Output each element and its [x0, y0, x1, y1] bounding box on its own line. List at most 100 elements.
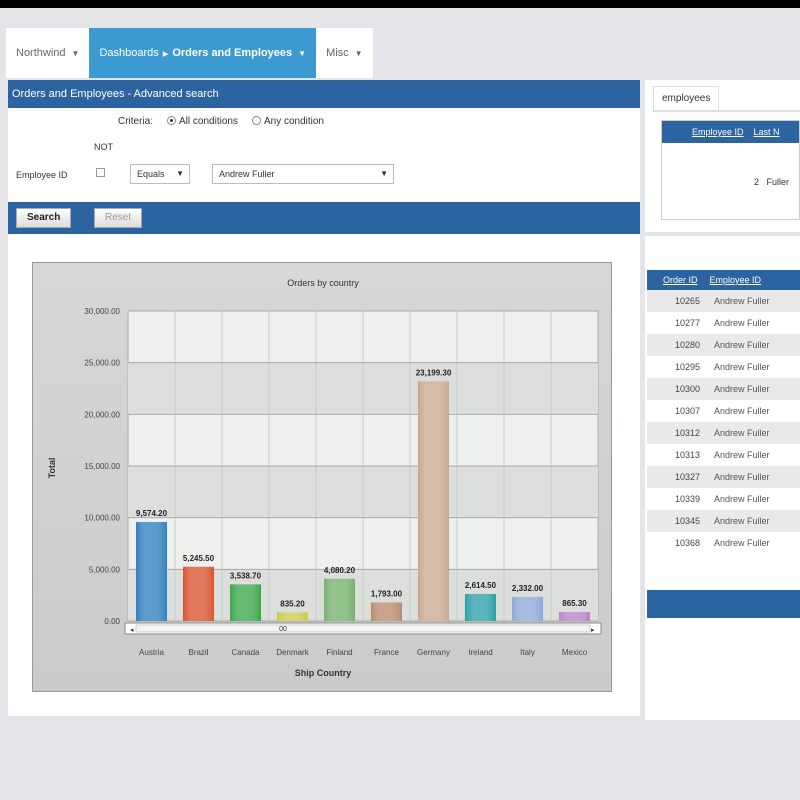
button-bar: Search Reset: [8, 202, 640, 234]
not-checkbox[interactable]: [96, 168, 105, 177]
nav-misc[interactable]: Misc ▼: [316, 28, 373, 78]
order-employee-cell: Andrew Fuller: [714, 516, 770, 526]
nav-current-page: Orders and Employees: [172, 47, 293, 59]
table-row[interactable]: 10327 Andrew Fuller: [647, 466, 800, 488]
order-id-cell: 10300: [675, 384, 701, 394]
chevron-down-icon: ▼: [354, 48, 363, 58]
order-employee-cell: Andrew Fuller: [714, 538, 770, 548]
y-tick-label: 5,000.00: [89, 565, 121, 574]
table-row[interactable]: 10339 Andrew Fuller: [647, 488, 800, 510]
bar-highlight: [370, 602, 403, 621]
nav-northwind[interactable]: Northwind ▼: [6, 28, 89, 78]
y-tick-label: 20,000.00: [84, 410, 120, 419]
main-nav: Northwind ▼ Dashboards ▸ Orders and Empl…: [6, 28, 373, 78]
criteria-all-label: All conditions: [179, 116, 238, 127]
order-employee-cell: Andrew Fuller: [714, 494, 770, 504]
table-row[interactable]: 10277 Andrew Fuller: [647, 312, 800, 334]
radio-selected-icon[interactable]: [167, 116, 177, 125]
bar-value-label: 4,080.20: [324, 566, 356, 575]
order-id-cell: 10280: [675, 340, 701, 350]
tab-employees[interactable]: employees: [653, 86, 720, 112]
table-row[interactable]: 10345 Andrew Fuller: [647, 510, 800, 532]
orders-footer: [647, 590, 800, 618]
bar-highlight: [464, 593, 497, 621]
order-employee-cell: Andrew Fuller: [714, 340, 770, 350]
tab-strip: [653, 110, 800, 112]
reset-button[interactable]: Reset: [94, 208, 143, 228]
x-tick-label: Italy: [520, 648, 535, 657]
chart-canvas: Orders by country 0.00 5,000.00 10,000.00 1…: [47, 278, 602, 678]
x-tick-label: France: [374, 648, 399, 657]
table-row[interactable]: 10295 Andrew Fuller: [647, 356, 800, 378]
x-tick-label: Finland: [326, 648, 352, 657]
divider: [645, 232, 800, 236]
nav-dashboards[interactable]: Dashboards ▸ Orders and Employees ▼: [89, 28, 317, 78]
scroll-left-icon[interactable]: ◂: [130, 627, 134, 634]
order-id-cell: 10327: [675, 472, 701, 482]
employees-grid: Employee ID Last N 2 Fuller: [661, 120, 800, 220]
employee-select[interactable]: Andrew Fuller ▼: [212, 164, 394, 184]
x-tick-label: Denmark: [276, 648, 309, 657]
criteria-group: Criteria: All conditions Any condition: [118, 116, 324, 127]
col-order-id[interactable]: Order ID: [663, 275, 698, 285]
employee-row[interactable]: 2 Fuller: [754, 177, 789, 187]
nav-dashboards-label: Dashboards: [99, 47, 159, 59]
y-tick-label: 30,000.00: [84, 307, 120, 316]
table-row[interactable]: 10280 Andrew Fuller: [647, 334, 800, 356]
order-employee-cell: Andrew Fuller: [714, 450, 770, 460]
bar-highlight: [323, 578, 356, 621]
order-id-cell: 10295: [675, 362, 701, 372]
x-tick-label: Canada: [231, 648, 260, 657]
bar-value-label: 9,574.20: [136, 509, 168, 518]
order-employee-cell: Andrew Fuller: [714, 296, 770, 306]
chevron-down-icon: ▼: [298, 48, 307, 58]
table-row[interactable]: 10313 Andrew Fuller: [647, 444, 800, 466]
order-id-cell: 10313: [675, 450, 701, 460]
bar-highlight: [135, 522, 168, 621]
bar-value-label: 1,793.00: [371, 589, 403, 598]
col-employee-id[interactable]: Employee ID: [692, 127, 744, 137]
bar-value-label: 3,538.70: [230, 571, 262, 580]
bar-highlight: [511, 596, 544, 621]
scroll-right-icon[interactable]: ▸: [591, 627, 595, 634]
bar-value-label: 865.30: [562, 599, 587, 608]
col-last-name[interactable]: Last N: [754, 127, 780, 137]
col-order-employee[interactable]: Employee ID: [710, 275, 762, 285]
chart-scroll-thumb[interactable]: [135, 624, 591, 633]
order-id-cell: 10312: [675, 428, 701, 438]
table-row[interactable]: 10307 Andrew Fuller: [647, 400, 800, 422]
bar-value-label: 835.20: [280, 599, 305, 608]
orders-grid-header: Order ID Employee ID: [647, 270, 800, 290]
order-id-cell: 10265: [675, 296, 701, 306]
breadcrumb-separator-icon: ▸: [162, 47, 169, 60]
top-border: [0, 0, 800, 8]
operator-select[interactable]: Equals ▼: [130, 164, 190, 184]
radio-icon[interactable]: [251, 116, 261, 125]
bar-value-label: 2,614.50: [465, 581, 497, 590]
criteria-any-option[interactable]: Any condition: [251, 116, 324, 127]
employees-grid-header: Employee ID Last N: [662, 121, 799, 143]
not-label: NOT: [94, 142, 113, 152]
order-id-cell: 10345: [675, 516, 701, 526]
employee-id-cell: 2: [754, 177, 760, 187]
bar-highlight: [558, 612, 591, 621]
employee-id-label: Employee ID: [16, 170, 68, 180]
x-tick-label: Ireland: [468, 648, 492, 657]
order-employee-cell: Andrew Fuller: [714, 472, 770, 482]
table-row[interactable]: 10312 Andrew Fuller: [647, 422, 800, 444]
x-tick-label: Mexico: [562, 648, 588, 657]
bar-highlight: [276, 612, 309, 621]
bar-value-label: 2,332.00: [512, 584, 544, 593]
x-tick-label: Brazil: [188, 648, 208, 657]
chart-scroll-label: 00: [279, 626, 287, 633]
table-row[interactable]: 10368 Andrew Fuller: [647, 532, 800, 554]
criteria-all-option[interactable]: All conditions: [167, 116, 238, 127]
bar-value-label: 5,245.50: [183, 554, 215, 563]
table-row[interactable]: 10265 Andrew Fuller: [647, 290, 800, 312]
orders-grid: Order ID Employee ID 10265 Andrew Fuller 1…: [647, 270, 800, 554]
search-button[interactable]: Search: [16, 208, 72, 228]
table-row[interactable]: 10300 Andrew Fuller: [647, 378, 800, 400]
orders-rows: 10265 Andrew Fuller 10277 Andrew Fuller 1028…: [647, 290, 800, 554]
chevron-down-icon: ▼: [176, 169, 184, 178]
order-employee-cell: Andrew Fuller: [714, 318, 770, 328]
